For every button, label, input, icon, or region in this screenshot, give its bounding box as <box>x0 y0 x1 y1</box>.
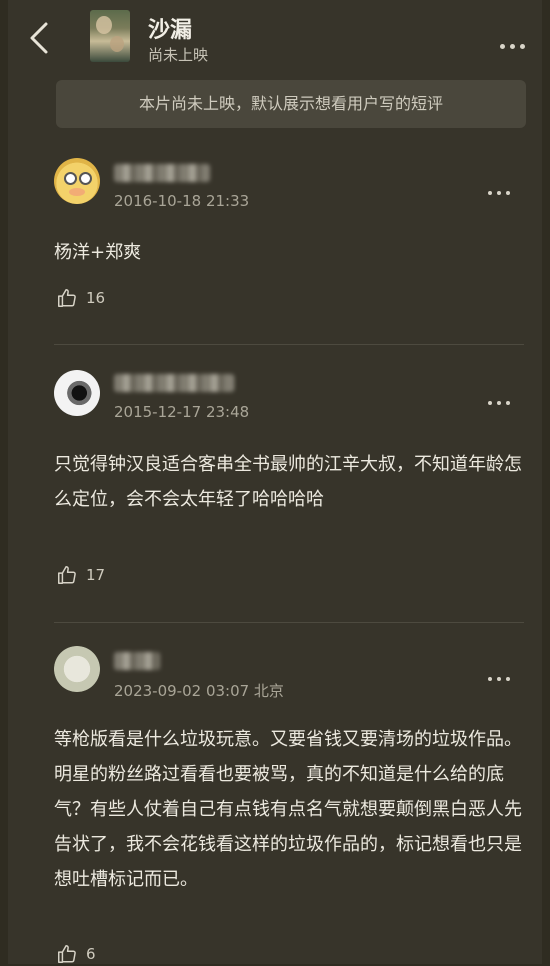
like-count: 6 <box>86 945 96 963</box>
username-blurred[interactable] <box>114 164 210 182</box>
app-frame: 沙漏 尚未上映 本片尚未上映，默认展示想看用户写的短评 2016-10-18 2… <box>8 0 542 964</box>
comment-more-icon[interactable] <box>488 390 518 405</box>
top-bar: 沙漏 尚未上映 <box>8 0 542 76</box>
movie-title: 沙漏 <box>148 18 193 43</box>
avatar[interactable] <box>54 158 100 204</box>
avatar[interactable] <box>54 646 100 692</box>
username-blurred[interactable] <box>114 374 234 392</box>
thumbs-up-icon <box>58 566 76 584</box>
movie-poster-thumbnail[interactable] <box>90 10 130 62</box>
comment-text: 等枪版看是什么垃圾玩意。又要省钱又要清场的垃圾作品。明星的粉丝路过看看也要被骂，… <box>54 729 522 890</box>
comment-more-icon[interactable] <box>488 666 518 681</box>
pre-release-notice: 本片尚未上映，默认展示想看用户写的短评 <box>56 80 526 128</box>
comment-text: 只觉得钟汉良适合客串全书最帅的江辛大叔，不知道年龄怎么定位，会不会太年轻了哈哈哈… <box>54 454 522 510</box>
divider <box>54 622 524 623</box>
like-count: 17 <box>86 566 106 584</box>
release-status: 尚未上映 <box>148 46 209 64</box>
divider <box>54 344 524 345</box>
comment-timestamp: 2016-10-18 21:33 <box>114 192 250 210</box>
back-icon[interactable] <box>24 20 54 56</box>
like-button[interactable]: 6 <box>56 942 96 966</box>
username-blurred[interactable] <box>114 652 160 670</box>
thumbs-up-icon <box>58 289 76 307</box>
like-button[interactable]: 17 <box>56 563 105 587</box>
avatar[interactable] <box>54 370 100 416</box>
comment-timestamp: 2023-09-02 03:07 北京 <box>114 682 284 700</box>
thumbs-up-icon <box>58 945 76 963</box>
more-options-icon[interactable] <box>500 34 530 49</box>
like-count: 16 <box>86 289 106 307</box>
comment-timestamp: 2015-12-17 23:48 <box>114 403 250 421</box>
comment-text: 杨洋+郑爽 <box>54 242 142 263</box>
like-button[interactable]: 16 <box>56 286 105 310</box>
comment-more-icon[interactable] <box>488 180 518 195</box>
